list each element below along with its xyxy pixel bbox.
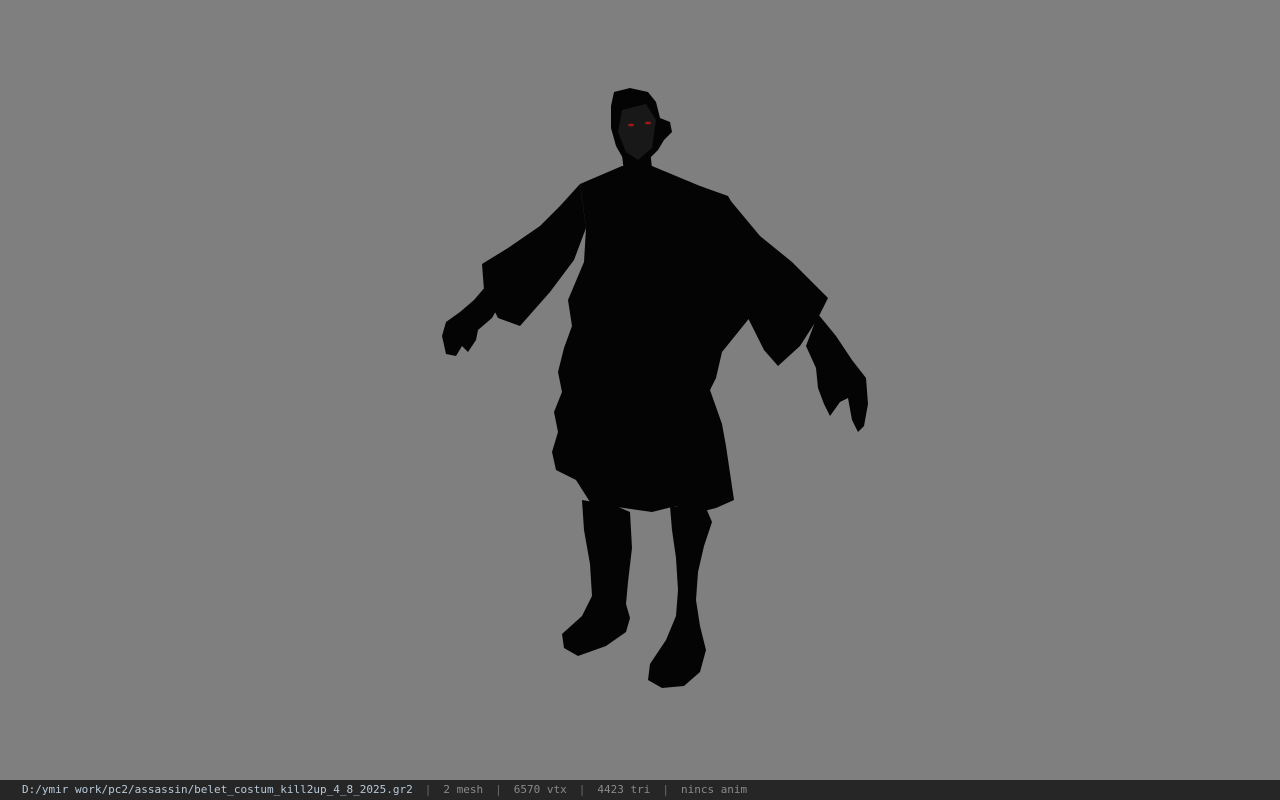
status-bar: D:/ymir work/pc2/assassin/belet_costum_k… bbox=[0, 780, 1280, 800]
separator: | bbox=[662, 783, 669, 796]
mesh-count: 2 mesh bbox=[443, 783, 484, 796]
model-left-eye bbox=[628, 123, 634, 127]
model-right-hand bbox=[806, 314, 868, 432]
model-left-leg bbox=[562, 500, 632, 656]
model-right-leg bbox=[648, 506, 712, 688]
3d-viewport[interactable] bbox=[0, 0, 1280, 780]
triangle-count: 4423 tri bbox=[597, 783, 651, 796]
separator: | bbox=[424, 783, 432, 796]
model-left-hand bbox=[442, 286, 500, 356]
animation-status: nincs anim bbox=[680, 783, 748, 796]
model-right-eye bbox=[645, 121, 651, 125]
separator: | bbox=[578, 783, 586, 796]
vertex-count: 6570 vtx bbox=[513, 783, 567, 796]
separator: | bbox=[495, 783, 502, 796]
file-path: D:/ymir work/pc2/assassin/belet_costum_k… bbox=[22, 783, 413, 796]
character-model[interactable] bbox=[0, 0, 1280, 780]
